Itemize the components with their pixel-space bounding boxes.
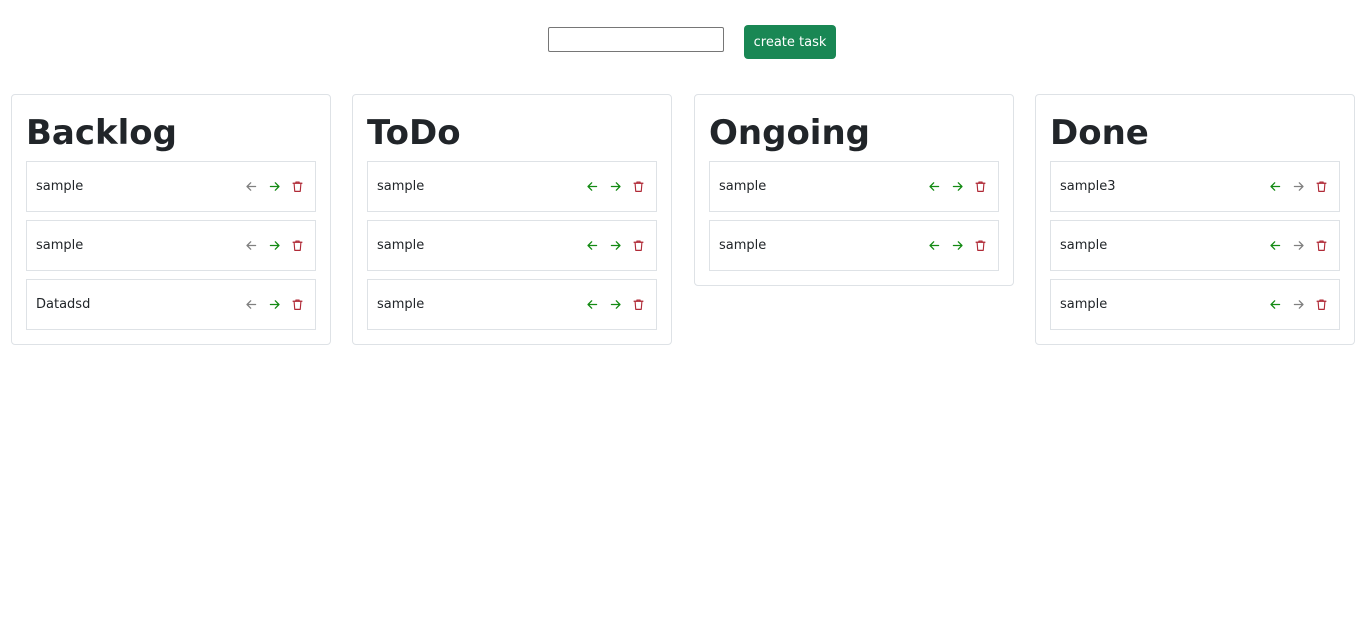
delete-trash-icon[interactable] bbox=[631, 179, 646, 194]
task-card: sample bbox=[1050, 279, 1340, 330]
move-right-arrow-right-icon[interactable] bbox=[950, 179, 965, 194]
delete-trash-icon[interactable] bbox=[290, 179, 305, 194]
delete-trash-icon[interactable] bbox=[631, 238, 646, 253]
delete-trash-icon[interactable] bbox=[973, 179, 988, 194]
delete-trash-icon[interactable] bbox=[290, 238, 305, 253]
task-actions bbox=[585, 238, 646, 253]
move-right-arrow-right-icon[interactable] bbox=[608, 297, 623, 312]
move-left-arrow-left-icon[interactable] bbox=[585, 297, 600, 312]
task-actions bbox=[1268, 297, 1329, 312]
task-card: sample bbox=[26, 161, 316, 212]
task-actions bbox=[927, 238, 988, 253]
move-right-arrow-right-icon[interactable] bbox=[608, 238, 623, 253]
task-label: sample bbox=[36, 179, 84, 194]
delete-trash-icon[interactable] bbox=[631, 297, 646, 312]
move-right-arrow-right-icon[interactable] bbox=[1291, 179, 1306, 194]
task-card: sample bbox=[367, 279, 657, 330]
task-card: sample bbox=[367, 220, 657, 271]
task-list: sample3 sample sample bbox=[1050, 161, 1340, 330]
move-left-arrow-left-icon[interactable] bbox=[244, 297, 259, 312]
task-card: sample bbox=[26, 220, 316, 271]
task-label: sample bbox=[377, 179, 425, 194]
delete-trash-icon[interactable] bbox=[1314, 238, 1329, 253]
move-left-arrow-left-icon[interactable] bbox=[585, 238, 600, 253]
task-label: sample bbox=[1060, 238, 1108, 253]
column-title: ToDo bbox=[367, 113, 461, 153]
move-left-arrow-left-icon[interactable] bbox=[1268, 238, 1283, 253]
column-todo: ToDo sample sample sample bbox=[352, 94, 672, 345]
move-right-arrow-right-icon[interactable] bbox=[1291, 297, 1306, 312]
move-right-arrow-right-icon[interactable] bbox=[950, 238, 965, 253]
task-actions bbox=[1268, 238, 1329, 253]
task-list: sample sample sample bbox=[367, 161, 657, 330]
move-left-arrow-left-icon[interactable] bbox=[927, 238, 942, 253]
column-ongoing: Ongoing sample sample bbox=[694, 94, 1014, 286]
task-list: sample sample bbox=[709, 161, 999, 271]
task-label: sample bbox=[719, 179, 767, 194]
move-right-arrow-right-icon[interactable] bbox=[1291, 238, 1306, 253]
column-title: Done bbox=[1050, 113, 1149, 153]
move-left-arrow-left-icon[interactable] bbox=[1268, 179, 1283, 194]
task-label: sample bbox=[719, 238, 767, 253]
task-actions bbox=[585, 179, 646, 194]
move-right-arrow-right-icon[interactable] bbox=[608, 179, 623, 194]
delete-trash-icon[interactable] bbox=[1314, 179, 1329, 194]
delete-trash-icon[interactable] bbox=[290, 297, 305, 312]
task-card: sample3 bbox=[1050, 161, 1340, 212]
task-card: sample bbox=[709, 161, 999, 212]
move-right-arrow-right-icon[interactable] bbox=[267, 238, 282, 253]
task-name-input[interactable] bbox=[548, 27, 724, 52]
column-title: Backlog bbox=[26, 113, 177, 153]
column-backlog: Backlog sample sample Datadsd bbox=[11, 94, 331, 345]
task-card: sample bbox=[1050, 220, 1340, 271]
task-list: sample sample Datadsd bbox=[26, 161, 316, 330]
task-actions bbox=[1268, 179, 1329, 194]
move-left-arrow-left-icon[interactable] bbox=[1268, 297, 1283, 312]
delete-trash-icon[interactable] bbox=[1314, 297, 1329, 312]
task-label: sample bbox=[377, 297, 425, 312]
move-left-arrow-left-icon[interactable] bbox=[927, 179, 942, 194]
task-actions bbox=[244, 297, 305, 312]
task-actions bbox=[585, 297, 646, 312]
create-task-button[interactable]: create task bbox=[744, 25, 836, 59]
task-label: Datadsd bbox=[36, 297, 91, 312]
task-label: sample bbox=[377, 238, 425, 253]
task-actions bbox=[244, 238, 305, 253]
column-done: Done sample3 sample sample bbox=[1035, 94, 1355, 345]
task-label: sample bbox=[1060, 297, 1108, 312]
column-title: Ongoing bbox=[709, 113, 871, 153]
task-actions bbox=[244, 179, 305, 194]
move-left-arrow-left-icon[interactable] bbox=[585, 179, 600, 194]
task-label: sample bbox=[36, 238, 84, 253]
task-actions bbox=[927, 179, 988, 194]
task-card: sample bbox=[709, 220, 999, 271]
task-card: sample bbox=[367, 161, 657, 212]
delete-trash-icon[interactable] bbox=[973, 238, 988, 253]
task-label: sample3 bbox=[1060, 179, 1116, 194]
move-left-arrow-left-icon[interactable] bbox=[244, 238, 259, 253]
move-right-arrow-right-icon[interactable] bbox=[267, 297, 282, 312]
task-toolbar: create task bbox=[0, 25, 1366, 59]
move-right-arrow-right-icon[interactable] bbox=[267, 179, 282, 194]
task-card: Datadsd bbox=[26, 279, 316, 330]
move-left-arrow-left-icon[interactable] bbox=[244, 179, 259, 194]
